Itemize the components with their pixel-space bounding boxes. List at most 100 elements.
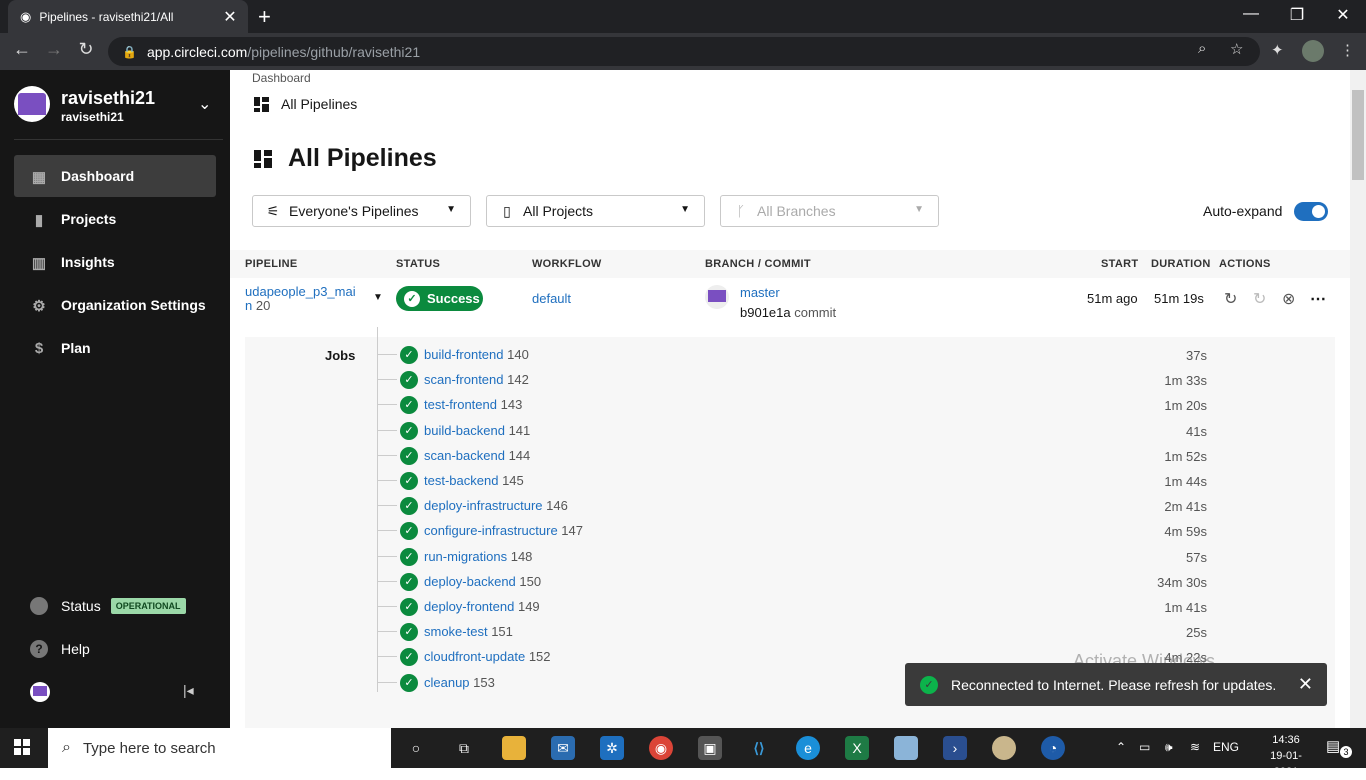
job-row[interactable]: ✓ configure-infrastructure 147 4m 59s: [377, 520, 1207, 542]
excel-icon[interactable]: X: [845, 736, 869, 760]
job-row[interactable]: ✓ test-backend 145 1m 44s: [377, 470, 1207, 492]
restore-icon[interactable]: ❐: [1282, 5, 1312, 25]
collapse-sidebar-icon[interactable]: |◂: [183, 682, 194, 699]
status-badge-success[interactable]: ✓ Success: [396, 286, 483, 311]
vscode-icon[interactable]: ⟨⟩: [747, 736, 771, 760]
job-row[interactable]: ✓ deploy-backend 150 34m 30s: [377, 571, 1207, 593]
extensions-icon[interactable]: ✦: [1271, 41, 1284, 59]
tree-connector: [377, 606, 397, 607]
job-name-link[interactable]: scan-frontend 142: [424, 372, 529, 387]
window-close-icon[interactable]: ✕: [1328, 5, 1358, 25]
workflow-link[interactable]: default: [532, 291, 571, 306]
notifications-icon[interactable]: ▤: [1326, 737, 1340, 755]
projects-filter-dropdown[interactable]: ▯ All Projects ▼: [486, 195, 705, 227]
branches-filter-dropdown[interactable]: ᚴ All Branches ▼: [720, 195, 939, 227]
job-name-link[interactable]: scan-backend 144: [424, 448, 530, 463]
paint-icon[interactable]: [992, 736, 1016, 760]
task-view-icon[interactable]: ⧉: [452, 736, 476, 760]
powershell-icon[interactable]: ›: [943, 736, 967, 760]
breadcrumb-current-label: All Pipelines: [281, 96, 358, 112]
job-name: build-frontend: [424, 347, 504, 362]
file-explorer-icon[interactable]: [502, 736, 526, 760]
language-indicator[interactable]: ENG: [1213, 740, 1239, 754]
job-row[interactable]: ✓ deploy-frontend 149 1m 41s: [377, 596, 1207, 618]
browser-menu-icon[interactable]: ⋮: [1340, 41, 1355, 59]
rerun-icon[interactable]: ↻: [1224, 289, 1237, 309]
cortana-icon[interactable]: ○: [404, 736, 428, 760]
user-avatar[interactable]: [30, 682, 50, 702]
tree-connector: [377, 379, 397, 381]
job-row[interactable]: ✓ smoke-test 151 25s: [377, 621, 1207, 643]
job-name-link[interactable]: configure-infrastructure 147: [424, 523, 583, 538]
job-name-link[interactable]: build-frontend 140: [424, 347, 529, 362]
windows-start-icon[interactable]: [14, 739, 31, 756]
snipping-tool-icon[interactable]: ✲: [600, 736, 624, 760]
chrome-icon[interactable]: ◉: [649, 736, 673, 760]
job-row[interactable]: ✓ scan-frontend 142 1m 33s: [377, 369, 1207, 391]
chevron-down-icon[interactable]: ⌄: [198, 94, 211, 114]
job-name-link[interactable]: deploy-frontend 149: [424, 599, 540, 614]
forward-icon[interactable]: →: [42, 39, 66, 60]
job-name-link[interactable]: test-frontend 143: [424, 397, 522, 412]
committer-avatar: [705, 285, 729, 309]
app-icon[interactable]: ◔: [1041, 736, 1065, 760]
back-icon[interactable]: ←: [10, 39, 34, 60]
pipelines-filter-dropdown[interactable]: ⚟ Everyone's Pipelines ▼: [252, 195, 471, 227]
job-number: 153: [473, 674, 495, 690]
sidebar-item-organization-settings[interactable]: ⚙ Organization Settings: [14, 284, 216, 326]
profile-avatar[interactable]: [1302, 40, 1324, 62]
help-link[interactable]: ? Help: [30, 640, 90, 658]
minimize-icon[interactable]: —: [1236, 5, 1266, 23]
more-actions-icon[interactable]: ⋯: [1310, 289, 1326, 309]
job-name-link[interactable]: test-backend 145: [424, 473, 524, 488]
commit-info[interactable]: b901e1a commit: [740, 305, 836, 320]
org-name[interactable]: ravisethi21: [61, 88, 155, 109]
job-name-link[interactable]: run-migrations 148: [424, 549, 532, 564]
pipeline-link[interactable]: udapeople_p3_mai n 20: [245, 285, 357, 313]
status-link[interactable]: Status OPERATIONAL: [30, 597, 186, 615]
mail-icon[interactable]: ✉: [551, 736, 575, 760]
page-scrollbar[interactable]: [1350, 70, 1366, 728]
job-row[interactable]: ✓ deploy-infrastructure 146 2m 41s: [377, 495, 1207, 517]
edge-icon[interactable]: e: [796, 736, 820, 760]
volume-icon[interactable]: 🕪: [1165, 740, 1173, 755]
new-tab-icon[interactable]: +: [258, 4, 271, 30]
reload-icon[interactable]: ↻: [74, 39, 98, 60]
sidebar-item-plan[interactable]: $ Plan: [14, 327, 216, 369]
tray-overflow-icon[interactable]: ⌃: [1116, 740, 1126, 754]
expand-caret-icon[interactable]: ▼: [373, 292, 383, 303]
job-row[interactable]: ✓ test-frontend 143 1m 20s: [377, 394, 1207, 416]
close-icon[interactable]: ✕: [1298, 674, 1313, 695]
network-icon[interactable]: ≋: [1190, 740, 1200, 754]
job-row[interactable]: ✓ build-frontend 140 37s: [377, 344, 1207, 366]
store-icon[interactable]: ▣: [698, 736, 722, 760]
job-name-link[interactable]: cleanup 153: [424, 675, 495, 690]
taskbar-search[interactable]: ⌕ Type here to search: [48, 728, 391, 768]
org-avatar[interactable]: [14, 86, 50, 122]
sidebar-item-dashboard[interactable]: ▦ Dashboard: [14, 155, 216, 197]
browser-tab[interactable]: ◉ Pipelines - ravisethi21/All ✕: [8, 0, 248, 33]
bookmark-star-icon[interactable]: ☆: [1230, 40, 1243, 58]
job-name-link[interactable]: smoke-test 151: [424, 624, 513, 639]
branch-link[interactable]: master: [740, 285, 780, 300]
sidebar-item-insights[interactable]: ▥ Insights: [14, 241, 216, 283]
breadcrumb[interactable]: Dashboard: [252, 71, 311, 85]
rerun-failed-icon[interactable]: ↻: [1253, 289, 1266, 309]
battery-icon[interactable]: ▭: [1139, 740, 1150, 754]
address-bar[interactable]: 🔒 app.circleci.com/pipelines/github/ravi…: [108, 37, 1260, 66]
zoom-icon[interactable]: ⌕: [1198, 40, 1206, 57]
job-name-link[interactable]: deploy-backend 150: [424, 574, 541, 589]
job-name-link[interactable]: cloudfront-update 152: [424, 649, 551, 664]
job-row[interactable]: ✓ build-backend 141 41s: [377, 420, 1207, 442]
sidebar-item-projects[interactable]: ▮ Projects: [14, 198, 216, 240]
job-name-link[interactable]: deploy-infrastructure 146: [424, 498, 568, 513]
cancel-icon[interactable]: ⊗: [1282, 289, 1295, 309]
toast-message: Reconnected to Internet. Please refresh …: [951, 676, 1277, 693]
job-row[interactable]: ✓ scan-backend 144 1m 52s: [377, 445, 1207, 467]
notes-app-icon[interactable]: [894, 736, 918, 760]
taskbar-clock[interactable]: 14:36 19-01-2021: [1258, 732, 1314, 780]
job-row[interactable]: ✓ run-migrations 148 57s: [377, 546, 1207, 568]
tab-close-icon[interactable]: ✕: [220, 7, 240, 27]
auto-expand-toggle[interactable]: [1294, 202, 1328, 221]
job-name-link[interactable]: build-backend 141: [424, 423, 530, 438]
